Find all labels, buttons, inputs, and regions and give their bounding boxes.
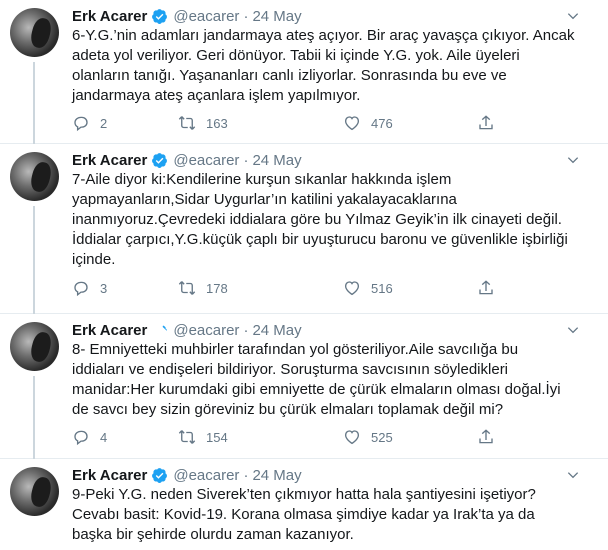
chevron-down-icon[interactable] — [566, 323, 580, 337]
author-handle[interactable]: @eacarer — [173, 8, 239, 25]
tweet-text-line: 6-Y.G.’nin adamları jandarmaya ateş açıy… — [72, 27, 575, 44]
verified-badge-icon — [152, 152, 168, 168]
tweet-text-line: Cevabı basit: Kovid-19. Korana olmasa şi… — [72, 506, 535, 523]
separator-dot: · — [243, 466, 249, 484]
tweet-text-line: İddialar çarpıcı,Y.G.küçük çaplı bir uyu… — [72, 231, 568, 248]
verified-badge-icon — [152, 8, 168, 24]
reply-button[interactable]: 4 — [72, 428, 107, 446]
tweet-header: Erk Acarer @eacarer · 24 May — [72, 6, 302, 26]
tweet-date[interactable]: 24 May — [252, 8, 301, 25]
chevron-down-icon[interactable] — [566, 9, 580, 23]
chevron-down-icon[interactable] — [566, 468, 580, 482]
reply-icon — [74, 430, 88, 446]
like-count: 516 — [371, 280, 393, 296]
retweet-icon — [178, 116, 196, 130]
share-button[interactable] — [477, 279, 505, 297]
tweet-text: 8- Emniyetteki muhbirler tarafından yol … — [72, 340, 592, 420]
tweet-text: 6-Y.G.’nin adamları jandarmaya ateş açıy… — [72, 26, 592, 106]
separator-dot: · — [243, 321, 249, 339]
reply-icon — [74, 281, 88, 297]
retweet-count: 163 — [206, 115, 228, 131]
retweet-button[interactable]: 154 — [178, 428, 228, 446]
author-name[interactable]: Erk Acarer — [72, 152, 147, 169]
thread-line — [33, 376, 35, 459]
share-button[interactable] — [477, 114, 505, 132]
tweet[interactable]: Erk Acarer @eacarer · 24 May 8- Emniyett… — [0, 314, 608, 459]
avatar[interactable] — [10, 8, 59, 57]
tweet-text-line: jandarmaya ateş açanlara işlem yapılmıyo… — [72, 87, 361, 104]
tweet-date[interactable]: 24 May — [252, 322, 301, 339]
heart-icon — [344, 430, 360, 445]
reply-icon — [74, 116, 88, 132]
author-handle[interactable]: @eacarer — [173, 467, 239, 484]
avatar[interactable] — [10, 467, 59, 516]
retweet-icon — [178, 281, 196, 295]
separator-dot: · — [243, 151, 249, 169]
heart-icon — [344, 116, 360, 131]
tweet-header: Erk Acarer @eacarer · 24 May — [72, 465, 302, 485]
verified-badge-icon — [152, 467, 168, 483]
tweet-text-line: 8- Emniyetteki muhbirler tarafından yol … — [72, 341, 519, 358]
like-button[interactable]: 516 — [343, 279, 393, 297]
tweet-text-line: inanmıyoruz.Çevredeki iddialara göre bu … — [72, 211, 562, 228]
tweet-text-line: manidar:Her kurumdaki gibi emniyette de … — [72, 381, 561, 398]
tweet-text-line: 7-Aile diyor ki:Kendilerine kurşun sıkan… — [72, 171, 452, 188]
tweet-text-line: 9-Peki Y.G. neden Siverek’ten çıkmıyor h… — [72, 486, 536, 503]
heart-icon — [344, 281, 360, 296]
share-icon — [479, 280, 493, 295]
like-count: 525 — [371, 429, 393, 445]
like-count: 476 — [371, 115, 393, 131]
tweet-date[interactable]: 24 May — [252, 152, 301, 169]
share-icon — [479, 115, 493, 130]
reply-button[interactable]: 3 — [72, 279, 107, 297]
tweet-text-line: olanların tanığı. Yaşananları canlı izli… — [72, 67, 507, 84]
like-button[interactable]: 476 — [343, 114, 393, 132]
tweet-text-line: de savcı bey sizin göreviniz bu çürük el… — [72, 401, 504, 418]
retweet-button[interactable]: 178 — [178, 279, 228, 297]
tweet-text-line: içinde. — [72, 251, 116, 268]
tweet-text-line: başka bir şehirde olurdu zaman kazanıyor… — [72, 526, 354, 543]
tweet-actions: 2 163 476 — [72, 114, 502, 134]
like-button[interactable]: 525 — [343, 428, 393, 446]
avatar[interactable] — [10, 152, 59, 201]
tweet-text: 9-Peki Y.G. neden Siverek’ten çıkmıyor h… — [72, 485, 592, 545]
tweet-text: 7-Aile diyor ki:Kendilerine kurşun sıkan… — [72, 170, 592, 270]
retweet-icon — [178, 430, 196, 444]
reply-count: 4 — [100, 429, 108, 445]
separator-dot: · — [243, 7, 249, 25]
author-name[interactable]: Erk Acarer — [72, 322, 147, 339]
reply-count: 3 — [100, 280, 108, 296]
chevron-down-icon[interactable] — [566, 153, 580, 167]
retweet-button[interactable]: 163 — [178, 114, 228, 132]
tweet[interactable]: Erk Acarer @eacarer · 24 May 6-Y.G.’nin … — [0, 0, 608, 144]
tweet-header: Erk Acarer @eacarer · 24 May — [72, 150, 302, 170]
author-name[interactable]: Erk Acarer — [72, 8, 147, 25]
author-handle[interactable]: @eacarer — [173, 322, 239, 339]
share-button[interactable] — [477, 428, 505, 446]
tweet[interactable]: Erk Acarer @eacarer · 24 May 9-Peki Y.G.… — [0, 459, 608, 550]
tweet-text-line: adeta yol veriliyor. Geri dönüyor. Tabii… — [72, 47, 520, 64]
reply-count: 2 — [100, 115, 108, 131]
tweet-actions: 4 154 525 — [72, 428, 502, 448]
author-name[interactable]: Erk Acarer — [72, 467, 147, 484]
tweet-header: Erk Acarer @eacarer · 24 May — [72, 320, 302, 340]
tweet[interactable]: Erk Acarer @eacarer · 24 May 7-Aile diyo… — [0, 144, 608, 314]
retweet-count: 178 — [206, 280, 228, 296]
reply-button[interactable]: 2 — [72, 114, 107, 132]
avatar[interactable] — [10, 322, 59, 371]
retweet-count: 154 — [206, 429, 228, 445]
timeline: Erk Acarer @eacarer · 24 May 6-Y.G.’nin … — [0, 0, 608, 550]
author-handle[interactable]: @eacarer — [173, 152, 239, 169]
verified-badge-icon — [156, 325, 168, 334]
tweet-text-line: iddiaları ve endişeleri bildiriyor. Soru… — [72, 361, 509, 378]
tweet-date[interactable]: 24 May — [252, 467, 301, 484]
tweet-text-line: yapmayanların,Sidar Uygurlar’ın katilini… — [72, 191, 457, 208]
thread-line — [33, 62, 35, 144]
thread-line — [33, 206, 35, 314]
tweet-actions: 3 178 516 — [72, 279, 502, 299]
share-icon — [479, 429, 493, 444]
